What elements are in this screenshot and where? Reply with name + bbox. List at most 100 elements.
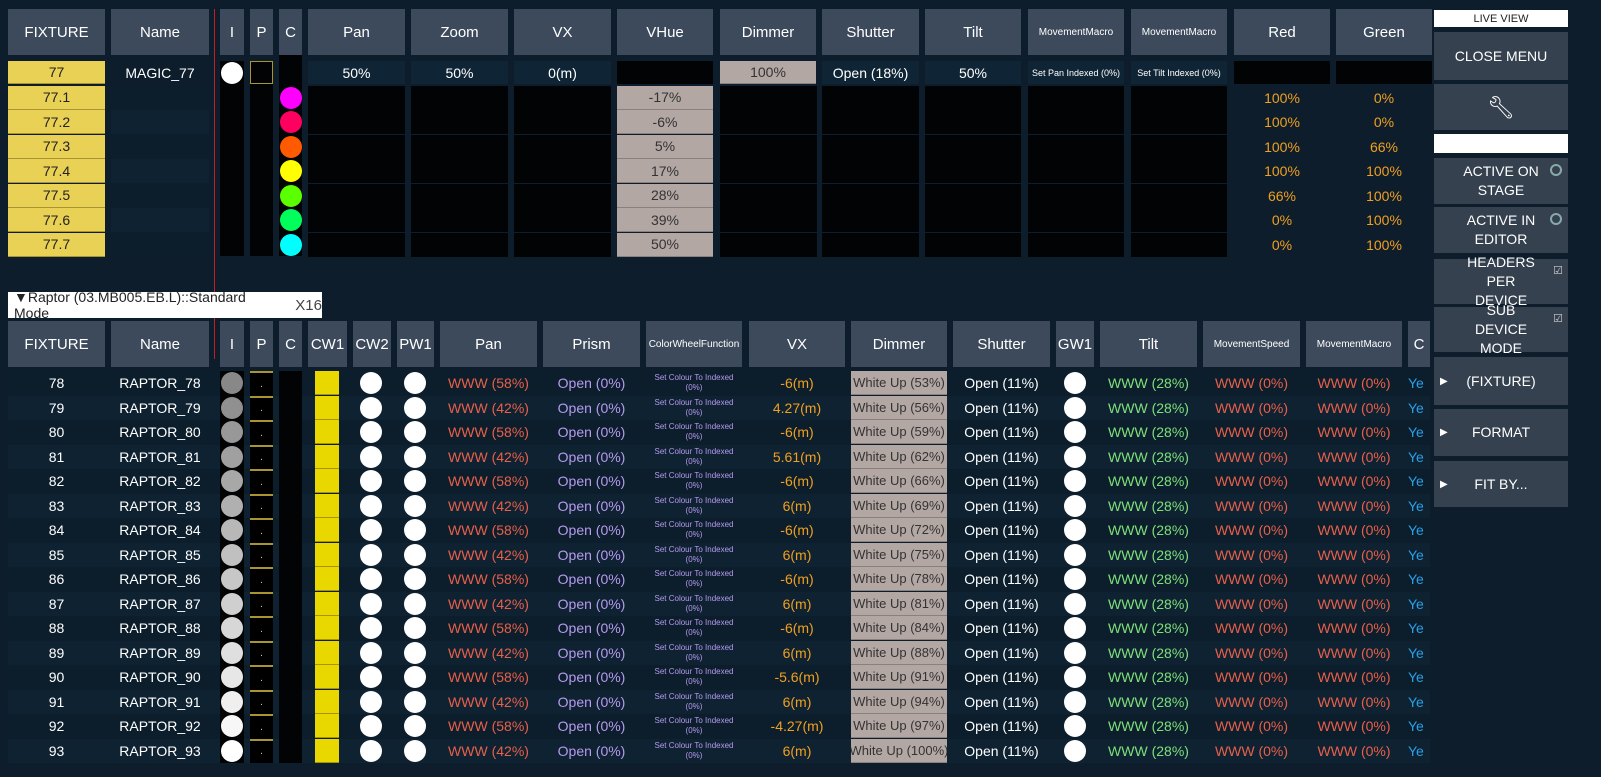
value-movement-speed[interactable]: WWW (0%) (1203, 371, 1300, 395)
value-red[interactable]: 66% (1234, 184, 1330, 208)
value-pan[interactable]: WWW (42%) (440, 543, 537, 567)
value-clipped[interactable]: Ye (1408, 714, 1430, 738)
column-header-i[interactable]: I (220, 321, 244, 367)
value-tilt[interactable]: WWW (28%) (1100, 494, 1197, 518)
fixture-id[interactable]: 77 (8, 61, 105, 84)
value-movement-speed[interactable]: WWW (0%) (1203, 641, 1300, 665)
column-header-i[interactable]: I (220, 9, 244, 55)
fixture-id[interactable]: 81 (8, 445, 105, 469)
value-clipped[interactable]: Ye (1408, 396, 1430, 420)
fixture-id[interactable]: 89 (8, 641, 105, 665)
value-vx[interactable]: -4.27(m) (749, 714, 845, 738)
fixture-menu-button[interactable]: ▶ (FIXTURE) (1434, 357, 1568, 405)
value-clipped[interactable]: Ye (1408, 420, 1430, 444)
column-header-vhue[interactable]: VHue (617, 9, 713, 55)
fixture-id[interactable]: 78 (8, 371, 105, 395)
value-pan[interactable]: WWW (58%) (440, 665, 537, 689)
value-dimmer[interactable]: White Up (59%) (851, 420, 947, 444)
column-header-cw2[interactable]: CW2 (353, 321, 391, 367)
value-green[interactable]: 100% (1336, 159, 1432, 183)
fixture-id[interactable]: 77.2 (8, 110, 105, 134)
value-shutter[interactable]: Open (11%) (953, 714, 1050, 738)
value-prism[interactable]: Open (0%) (543, 739, 640, 763)
close-menu-button[interactable]: CLOSE MENU (1434, 32, 1568, 80)
value-prism[interactable]: Open (0%) (543, 714, 640, 738)
value-pan[interactable]: 50% (308, 61, 405, 84)
value-color-wheel-function[interactable]: Set Colour To Indexed (0%) (646, 714, 742, 738)
value-movement-macro[interactable]: WWW (0%) (1306, 592, 1402, 616)
value-shutter[interactable]: Open (11%) (953, 518, 1050, 542)
value-color-wheel-function[interactable]: Set Colour To Indexed (0%) (646, 616, 742, 640)
headers-per-device-toggle[interactable]: HEADERS PER DEVICE ☑ (1434, 254, 1568, 308)
column-header-fixture[interactable]: FIXTURE (8, 9, 105, 55)
value-green[interactable]: 100% (1336, 233, 1432, 257)
value-pan[interactable]: WWW (58%) (440, 567, 537, 591)
value-movement-macro[interactable]: WWW (0%) (1306, 543, 1402, 567)
value-dimmer[interactable]: White Up (62%) (851, 444, 947, 469)
value-color-wheel-function[interactable]: Set Colour To Indexed (0%) (646, 518, 742, 542)
value-shutter[interactable]: Open (18%) (822, 61, 919, 84)
column-header-colorwheelfunction[interactable]: ColorWheelFunction (646, 321, 742, 367)
column-header-movementmacro[interactable]: MovementMacro (1306, 321, 1402, 367)
value-dimmer[interactable]: White Up (88%) (851, 640, 947, 665)
value-prism[interactable]: Open (0%) (543, 690, 640, 714)
value-clipped[interactable]: Ye (1408, 494, 1430, 518)
wrench-button[interactable]: 🔧︎ (1434, 84, 1568, 130)
column-header-zoom[interactable]: Zoom (411, 9, 508, 55)
value-clipped[interactable]: Ye (1408, 592, 1430, 616)
value-vx[interactable]: -6(m) (749, 616, 845, 640)
value-dimmer[interactable]: White Up (75%) (851, 542, 947, 567)
value-movement-macro[interactable]: WWW (0%) (1306, 396, 1402, 420)
value-pan[interactable]: WWW (58%) (440, 420, 537, 444)
value-clipped[interactable]: Ye (1408, 469, 1430, 493)
value-movement-macro[interactable]: WWW (0%) (1306, 469, 1402, 493)
value-pan[interactable]: WWW (58%) (440, 469, 537, 493)
value-red[interactable]: 100% (1234, 110, 1330, 134)
value-shutter[interactable]: Open (11%) (953, 665, 1050, 689)
value-dimmer[interactable]: White Up (66%) (851, 469, 947, 493)
value-clipped[interactable]: Ye (1408, 518, 1430, 542)
fixture-id[interactable]: 79 (8, 396, 105, 420)
value-shutter[interactable]: Open (11%) (953, 371, 1050, 395)
value-tilt[interactable]: WWW (28%) (1100, 592, 1197, 616)
fixture-id[interactable]: 77.1 (8, 85, 105, 110)
column-header-movementmacro[interactable]: MovementMacro (1028, 9, 1124, 55)
value-shutter[interactable]: Open (11%) (953, 543, 1050, 567)
column-header-tilt[interactable]: Tilt (925, 9, 1021, 55)
column-header-vx[interactable]: VX (514, 9, 611, 55)
value-vx[interactable]: -6(m) (749, 469, 845, 493)
value-dimmer[interactable]: White Up (94%) (851, 689, 947, 714)
value-pan[interactable]: WWW (42%) (440, 739, 537, 763)
value-movement-speed[interactable]: WWW (0%) (1203, 690, 1300, 714)
value-movement-macro[interactable]: WWW (0%) (1306, 616, 1402, 640)
value-movement-macro[interactable]: WWW (0%) (1306, 641, 1402, 665)
value-prism[interactable]: Open (0%) (543, 445, 640, 469)
column-header-shutter[interactable]: Shutter (953, 321, 1050, 367)
value-vx[interactable]: 6(m) (749, 494, 845, 518)
value-tilt[interactable]: WWW (28%) (1100, 665, 1197, 689)
value-movement-speed[interactable]: WWW (0%) (1203, 396, 1300, 420)
fixture-id[interactable]: 77.5 (8, 183, 105, 208)
value-dimmer[interactable]: White Up (78%) (851, 567, 947, 591)
value-vx[interactable]: 6(m) (749, 641, 845, 665)
value-vhue[interactable]: -17% (617, 85, 713, 110)
value-color-wheel-function[interactable]: Set Colour To Indexed (0%) (646, 665, 742, 689)
value-movement-macro[interactable]: WWW (0%) (1306, 665, 1402, 689)
fixture-id[interactable]: 84 (8, 518, 105, 542)
value-pan[interactable]: WWW (58%) (440, 616, 537, 640)
value-clipped[interactable]: Ye (1408, 445, 1430, 469)
value-movement-speed[interactable]: WWW (0%) (1203, 739, 1300, 763)
value-vhue[interactable]: -6% (617, 110, 713, 134)
value-vx[interactable]: -5.6(m) (749, 665, 845, 689)
column-header-name[interactable]: Name (111, 321, 209, 367)
value-pan[interactable]: WWW (42%) (440, 592, 537, 616)
value-clipped[interactable]: Ye (1408, 567, 1430, 591)
value-dimmer[interactable]: 100% (720, 61, 816, 84)
value-movement-macro[interactable]: WWW (0%) (1306, 690, 1402, 714)
value-dimmer[interactable]: White Up (56%) (851, 395, 947, 420)
value-prism[interactable]: Open (0%) (543, 494, 640, 518)
value-zoom[interactable]: 50% (411, 61, 508, 84)
value-tilt[interactable]: WWW (28%) (1100, 420, 1197, 444)
value-prism[interactable]: Open (0%) (543, 371, 640, 395)
value-dimmer[interactable]: White Up (91%) (851, 665, 947, 689)
